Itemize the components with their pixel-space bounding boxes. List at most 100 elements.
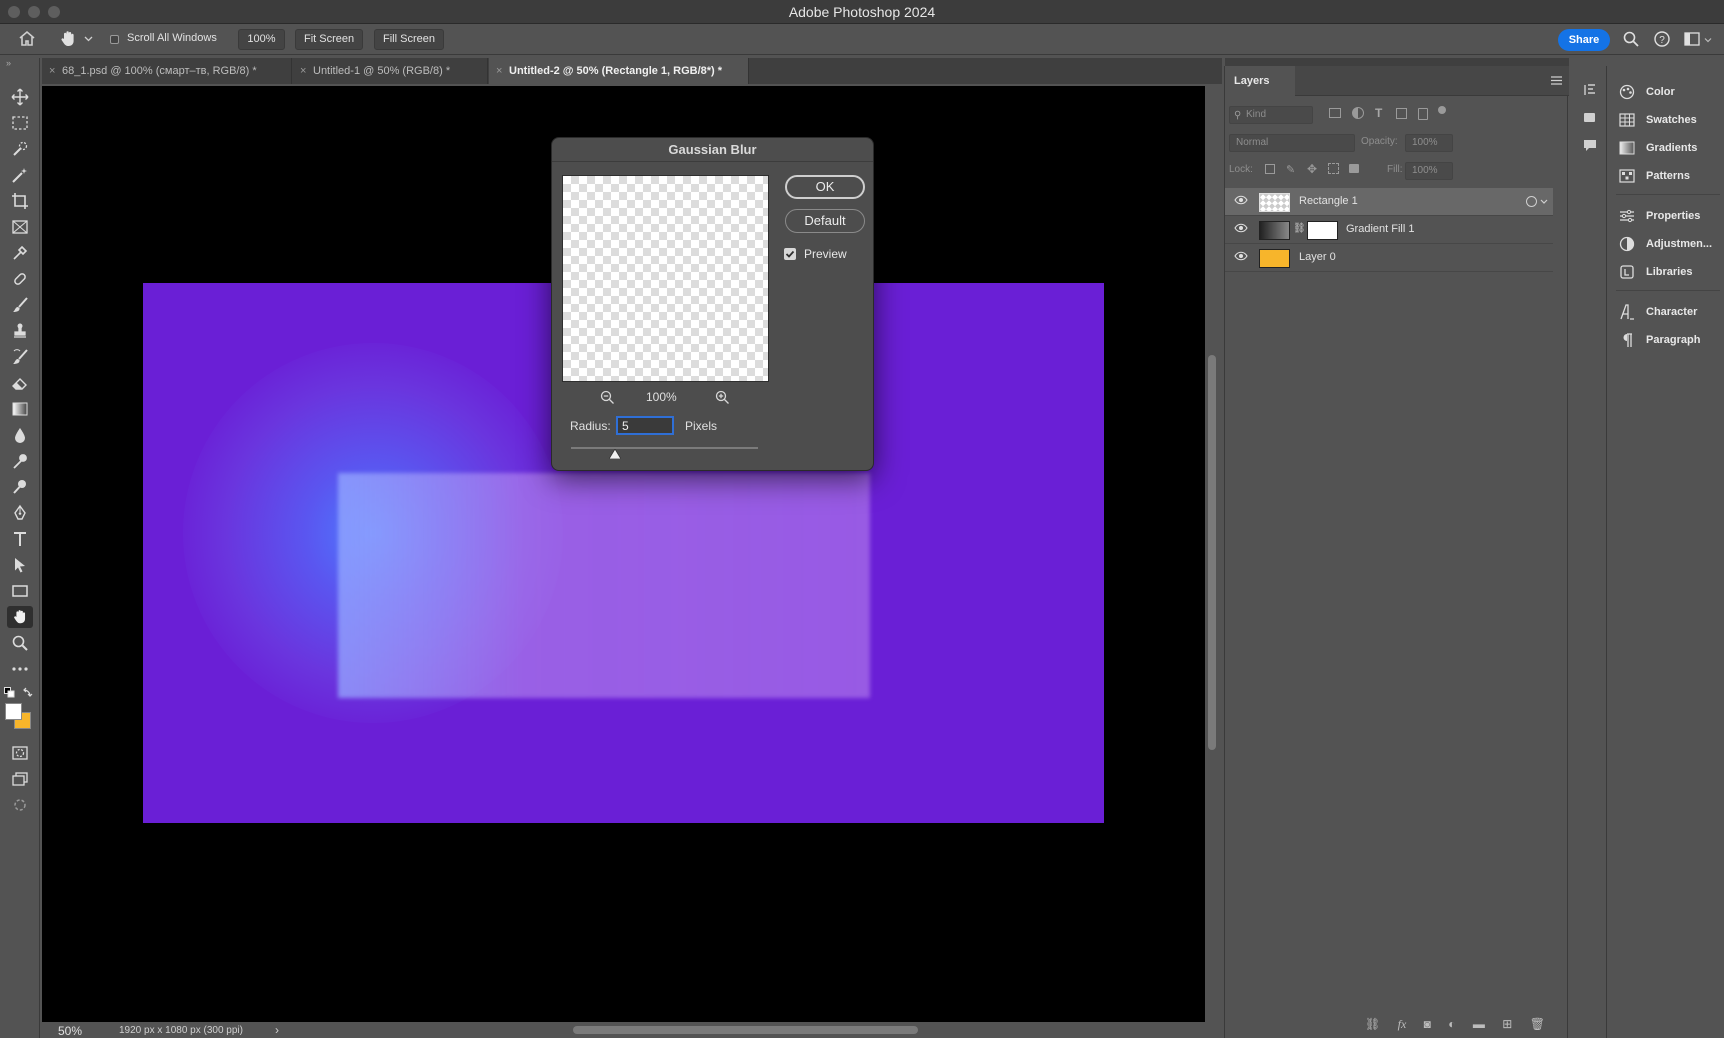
foreground-color-swatch[interactable] — [5, 703, 22, 720]
tab-untitled-2[interactable]: × Untitled-2 @ 50% (Rectangle 1, RGB/8*) … — [489, 58, 749, 84]
preview-checkbox[interactable] — [784, 248, 796, 260]
fx-icon[interactable]: fx — [1398, 1017, 1407, 1033]
chevron-down-icon[interactable] — [84, 34, 93, 43]
trash-icon[interactable]: 🗑 — [1530, 1017, 1545, 1033]
workspace-icon[interactable] — [1684, 32, 1700, 46]
screen-mode-icon[interactable] — [7, 768, 33, 790]
panel-paragraph[interactable]: Paragraph — [1618, 330, 1722, 350]
healing-brush-tool-icon[interactable] — [7, 268, 33, 290]
close-tab-icon[interactable]: × — [300, 58, 306, 84]
link-icon[interactable]: ⛓ — [1293, 223, 1306, 234]
lock-image-icon[interactable]: ✎ — [1286, 163, 1295, 176]
filter-shape-icon[interactable] — [1396, 108, 1407, 119]
radius-slider-handle[interactable] — [609, 449, 621, 459]
zoom-out-icon[interactable] — [600, 390, 615, 405]
zoom-level[interactable]: 50% — [58, 1024, 82, 1038]
add-mask-icon[interactable]: ◙ — [1424, 1017, 1431, 1033]
filter-smart-object-icon[interactable] — [1418, 108, 1428, 120]
zoom-100-button[interactable]: 100% — [238, 29, 285, 50]
panel-gradients[interactable]: Gradients — [1618, 138, 1722, 158]
comments-icon[interactable] — [1582, 138, 1598, 152]
eyedropper-tool-icon[interactable] — [7, 242, 33, 264]
lock-artboard-icon[interactable] — [1328, 163, 1339, 174]
fill-input[interactable]: 100% — [1405, 162, 1453, 180]
default-button[interactable]: Default — [785, 209, 865, 233]
ok-button[interactable]: OK — [785, 175, 865, 199]
eraser-tool-icon[interactable] — [7, 372, 33, 394]
object-selection-tool-icon[interactable] — [7, 138, 33, 160]
pen-tool-icon[interactable] — [7, 502, 33, 524]
filter-toggle-icon[interactable] — [1438, 106, 1446, 114]
magic-wand-tool-icon[interactable] — [7, 164, 33, 186]
layer-row-rectangle-1[interactable]: Rectangle 1 — [1225, 188, 1553, 216]
zoom-tool-icon[interactable] — [7, 632, 33, 654]
history-icon[interactable] — [1582, 82, 1598, 98]
tab-untitled-1[interactable]: × Untitled-1 @ 50% (RGB/8) * — [293, 58, 488, 84]
edit-toolbar-icon[interactable] — [7, 794, 33, 816]
lock-all-icon[interactable] — [1349, 164, 1359, 173]
burn-tool-icon[interactable] — [7, 476, 33, 498]
chevron-down-icon[interactable] — [1704, 36, 1712, 44]
radius-input[interactable] — [616, 416, 674, 435]
search-icon[interactable] — [1623, 31, 1639, 47]
horizontal-scrollbar[interactable] — [573, 1026, 918, 1034]
zoom-in-icon[interactable] — [715, 390, 730, 405]
adjustment-layer-icon[interactable]: ◐ — [1448, 1017, 1455, 1033]
vertical-scrollbar[interactable] — [1208, 355, 1216, 750]
dodge-tool-icon[interactable] — [7, 450, 33, 472]
frame-tool-icon[interactable] — [7, 216, 33, 238]
brush-tool-icon[interactable] — [7, 294, 33, 316]
blend-mode-select[interactable]: Normal — [1229, 134, 1355, 152]
history-brush-tool-icon[interactable] — [7, 346, 33, 368]
fill-screen-button[interactable]: Fill Screen — [374, 29, 444, 50]
filter-pixel-icon[interactable] — [1329, 108, 1341, 118]
blur-tool-icon[interactable] — [7, 424, 33, 446]
panel-color[interactable]: Color — [1618, 82, 1722, 102]
panel-libraries[interactable]: Libraries — [1618, 262, 1722, 282]
lock-transparent-icon[interactable] — [1265, 164, 1275, 174]
quick-mask-icon[interactable] — [7, 742, 33, 764]
clone-stamp-tool-icon[interactable] — [7, 320, 33, 342]
opacity-input[interactable]: 100% — [1405, 134, 1453, 152]
close-tab-icon[interactable]: × — [49, 58, 55, 84]
eye-icon[interactable] — [1234, 251, 1248, 261]
rectangle-tool-icon[interactable] — [7, 580, 33, 602]
path-selection-tool-icon[interactable] — [7, 554, 33, 576]
collapse-toolbar-icon[interactable]: » — [6, 58, 11, 68]
help-icon[interactable]: ? — [1654, 31, 1670, 47]
swap-colors-icon[interactable] — [22, 686, 34, 698]
fit-screen-button[interactable]: Fit Screen — [295, 29, 364, 50]
chevron-down-icon[interactable] — [1540, 199, 1548, 205]
panel-properties[interactable]: Properties — [1618, 206, 1722, 226]
type-tool-icon[interactable] — [7, 528, 33, 550]
tab-layers[interactable]: Layers — [1225, 66, 1295, 96]
panel-character[interactable]: Character — [1618, 302, 1722, 322]
panel-adjustments[interactable]: Adjustmen... — [1618, 234, 1722, 254]
crop-tool-icon[interactable] — [7, 190, 33, 212]
default-colors-icon[interactable] — [4, 687, 15, 698]
tab-68-1-psd[interactable]: × 68_1.psd @ 100% (смарт–тв, RGB/8) * — [42, 58, 292, 84]
new-layer-icon[interactable]: ⊞ — [1502, 1017, 1512, 1033]
lock-position-icon[interactable]: ✥ — [1307, 162, 1317, 176]
panel-patterns[interactable]: Patterns — [1618, 166, 1722, 186]
more-tools-icon[interactable] — [7, 658, 33, 680]
home-icon[interactable] — [18, 30, 36, 47]
marquee-tool-icon[interactable] — [7, 112, 33, 134]
hand-tool-preset-icon[interactable] — [58, 29, 78, 49]
new-group-icon[interactable]: ▬ — [1473, 1017, 1485, 1033]
move-tool-icon[interactable] — [7, 86, 33, 108]
gradient-tool-icon[interactable] — [7, 398, 33, 420]
link-layers-icon[interactable]: ⛓ — [1365, 1017, 1380, 1033]
filter-adjustment-icon[interactable] — [1352, 107, 1364, 119]
layer-effects-icon[interactable] — [1526, 196, 1537, 207]
chevron-right-icon[interactable]: › — [275, 1023, 279, 1037]
panel-menu-icon[interactable] — [1551, 76, 1562, 85]
close-tab-icon[interactable]: × — [496, 58, 502, 84]
panel-collapse-bar[interactable] — [1225, 58, 1569, 66]
actions-icon[interactable] — [1582, 110, 1598, 124]
scroll-all-windows-checkbox[interactable] — [110, 35, 119, 44]
radius-slider-track[interactable] — [571, 447, 758, 449]
hand-tool-icon[interactable] — [7, 606, 33, 628]
eye-icon[interactable] — [1234, 195, 1248, 205]
eye-icon[interactable] — [1234, 223, 1248, 233]
